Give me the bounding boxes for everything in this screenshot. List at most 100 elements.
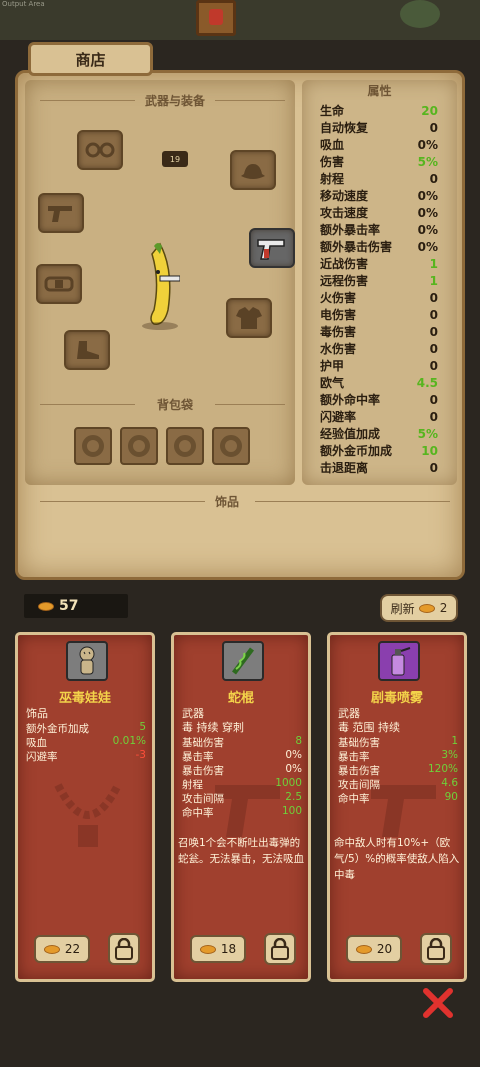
attribute-value: 0% bbox=[417, 205, 438, 220]
attribute-row: 近战伤害 1 bbox=[320, 255, 438, 272]
bag-slot-3[interactable] bbox=[166, 427, 204, 465]
lock-icon bbox=[427, 938, 445, 960]
card-stat-value: 2.5 bbox=[285, 791, 302, 803]
attribute-label: 经验值加成 bbox=[320, 427, 381, 441]
equipment-slot-hat[interactable] bbox=[230, 150, 276, 190]
attribute-label: 欧气 bbox=[320, 376, 345, 390]
attribute-value: 0% bbox=[417, 239, 438, 254]
attribute-label: 攻击速度 bbox=[320, 206, 369, 220]
attribute-label: 伤害 bbox=[320, 155, 345, 169]
attribute-value: 5% bbox=[417, 426, 438, 441]
divider bbox=[40, 501, 205, 502]
card-stat-row: 基础伤害 1 bbox=[338, 735, 458, 749]
attribute-row: 伤害 5% bbox=[320, 153, 438, 170]
ring-icon bbox=[174, 435, 196, 457]
glasses-icon bbox=[85, 142, 115, 158]
attribute-label: 额外暴击伤害 bbox=[320, 240, 393, 254]
attribute-label: 移动速度 bbox=[320, 189, 369, 203]
card-stat-value: -3 bbox=[135, 749, 146, 761]
necklace-watermark-icon bbox=[54, 783, 122, 847]
attribute-value: 0% bbox=[417, 137, 438, 152]
lock-icon bbox=[115, 938, 133, 960]
card-stat-label: 命中率 bbox=[182, 807, 214, 819]
card-stat-label: 暴击伤害 bbox=[338, 765, 380, 777]
card-stat-row: 暴击伤害 120% bbox=[338, 763, 458, 777]
bag-slot-4[interactable] bbox=[212, 427, 250, 465]
equipment-slot-pistol-equipped[interactable] bbox=[249, 228, 295, 268]
equipment-slot-glasses[interactable] bbox=[77, 130, 123, 170]
card-stat-label: 攻击间隔 bbox=[338, 779, 380, 791]
attribute-row: 电伤害 0 bbox=[320, 306, 438, 323]
attribute-row: 欧气 4.5 bbox=[320, 374, 438, 391]
close-icon[interactable] bbox=[420, 985, 456, 1021]
buy-button[interactable]: 20 bbox=[346, 935, 402, 963]
card-stat-row: 暴击率 3% bbox=[338, 749, 458, 763]
card-stat-value: 120% bbox=[427, 763, 458, 775]
poison-spray-icon bbox=[378, 641, 420, 681]
attribute-label: 吸血 bbox=[320, 138, 345, 152]
divider bbox=[40, 404, 135, 405]
card-stat-label: 暴击伤害 bbox=[182, 765, 224, 777]
attribute-row: 水伤害 0 bbox=[320, 340, 438, 357]
snake-staff-icon bbox=[222, 641, 264, 681]
card-item-name: 剧毒喷雾 bbox=[370, 691, 423, 706]
attribute-value: 5% bbox=[417, 154, 438, 169]
equipment-slot-armor[interactable] bbox=[226, 298, 272, 338]
card-item-type: 饰品 bbox=[26, 707, 48, 720]
attribute-label: 额外命中率 bbox=[320, 393, 381, 407]
lock-button[interactable] bbox=[420, 933, 452, 965]
buy-button[interactable]: 22 bbox=[34, 935, 90, 963]
lock-button[interactable] bbox=[108, 933, 140, 965]
shop-card-2[interactable]: 蛇棍 武器 毒 持续 穿刺 召唤1个会不断吐出毒弹的蛇瓮。无法暴击，无法吸血 1… bbox=[171, 632, 311, 982]
card-stat-value: 0.01% bbox=[112, 735, 146, 747]
ring-icon bbox=[220, 435, 242, 457]
attribute-value: 0 bbox=[429, 120, 438, 135]
card-stat-value: 0% bbox=[285, 763, 302, 775]
attribute-label: 护甲 bbox=[320, 359, 345, 373]
attribute-label: 击退距离 bbox=[320, 461, 369, 475]
card-stat-label: 额外金币加成 bbox=[26, 723, 89, 735]
card-stat-row: 命中率 90 bbox=[338, 791, 458, 805]
gold-amount: 57 bbox=[59, 598, 79, 614]
refresh-button[interactable]: 刷新 2 bbox=[380, 594, 458, 622]
equipment-slot-belt[interactable] bbox=[36, 264, 82, 304]
equipment-slot-boots[interactable] bbox=[64, 330, 110, 370]
attribute-row: 经验值加成 5% bbox=[320, 425, 438, 442]
attribute-row: 攻击速度 0% bbox=[320, 204, 438, 221]
background-crate bbox=[196, 0, 236, 36]
attribute-row: 射程 0 bbox=[320, 170, 438, 187]
card-stat-label: 闪避率 bbox=[26, 751, 58, 763]
card-stat-value: 90 bbox=[444, 791, 458, 803]
attribute-row: 额外暴击率 0% bbox=[320, 221, 438, 238]
buy-button[interactable]: 18 bbox=[190, 935, 246, 963]
bag-slot-1[interactable] bbox=[74, 427, 112, 465]
attribute-label: 电伤害 bbox=[320, 308, 357, 322]
voodoo-doll-icon bbox=[66, 641, 108, 681]
card-item-tags: 毒 持续 穿刺 bbox=[182, 721, 244, 734]
attribute-label: 生命 bbox=[320, 104, 345, 118]
lock-button[interactable] bbox=[264, 933, 296, 965]
coin-icon bbox=[38, 601, 54, 611]
attribute-value: 0 bbox=[429, 392, 438, 407]
card-stat-value: 3% bbox=[441, 749, 458, 761]
attribute-value: 1 bbox=[429, 273, 438, 288]
divider bbox=[215, 404, 285, 405]
attribute-row: 闪避率 0 bbox=[320, 408, 438, 425]
card-stat-value: 1000 bbox=[275, 777, 302, 789]
attribute-value: 0 bbox=[429, 307, 438, 322]
attribute-value: 4.5 bbox=[416, 375, 438, 390]
attribute-value: 0 bbox=[429, 341, 438, 356]
shop-card-1[interactable]: 巫毒娃娃 饰品 22 额外金币加成 5 吸血 0.01% 闪避率 -3 bbox=[15, 632, 155, 982]
attribute-label: 毒伤害 bbox=[320, 325, 357, 339]
equipment-slot-weapon-1[interactable] bbox=[38, 193, 84, 233]
shop-card-3[interactable]: 剧毒喷雾 武器 毒 范围 持续 命中敌人时有10%+（欧气/5）%的概率使敌人陷… bbox=[327, 632, 467, 982]
attribute-value: 0 bbox=[429, 324, 438, 339]
background-decoration bbox=[400, 0, 440, 28]
bag-slot-2[interactable] bbox=[120, 427, 158, 465]
refresh-label: 刷新 bbox=[390, 601, 415, 616]
ring-icon bbox=[128, 435, 150, 457]
attribute-value: 0 bbox=[429, 358, 438, 373]
attribute-row: 吸血 0% bbox=[320, 136, 438, 153]
card-stat-row: 暴击伤害 0% bbox=[182, 763, 302, 777]
tab-shop[interactable]: 商店 bbox=[28, 42, 153, 76]
